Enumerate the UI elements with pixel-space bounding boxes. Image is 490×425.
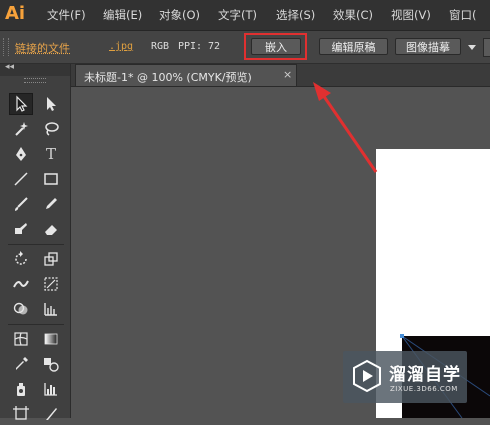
image-trace-button[interactable]: 图像描摹 <box>395 38 461 55</box>
play-logo-icon <box>353 359 381 393</box>
shape-builder-tool-icon[interactable] <box>9 298 33 320</box>
menu-edit[interactable]: 编辑(E) <box>103 7 142 23</box>
column-graph-tool-icon[interactable] <box>39 378 63 400</box>
menu-select[interactable]: 选择(S) <box>276 7 315 23</box>
tools-grip[interactable] <box>24 78 46 83</box>
menu-type[interactable]: 文字(T) <box>218 7 257 23</box>
tool-separator <box>8 324 64 325</box>
mesh-tool-icon[interactable] <box>9 328 33 350</box>
selection-anchor-point[interactable] <box>400 334 404 338</box>
app-logo[interactable]: Ai <box>5 3 29 25</box>
watermark-title: 溜溜自学 <box>389 365 461 385</box>
linked-file-label[interactable]: 链接的文件 <box>15 40 70 56</box>
free-transform-tool-icon[interactable] <box>39 273 63 295</box>
menu-effect[interactable]: 效果(C) <box>333 7 373 23</box>
close-icon[interactable]: × <box>283 68 292 81</box>
tools-panel: ◂◂ T <box>0 62 71 420</box>
tools-panel-header[interactable]: ◂◂ <box>0 62 70 76</box>
panel-grip[interactable] <box>3 38 9 56</box>
direct-selection-tool-icon[interactable] <box>39 93 63 115</box>
color-mode-label: RGB <box>151 41 170 52</box>
menu-bar: Ai 文件(F) 编辑(E) 对象(O) 文字(T) 选择(S) 效果(C) 视… <box>0 0 490 31</box>
artboard-tool-icon[interactable] <box>9 403 33 425</box>
blend-tool-icon[interactable] <box>39 353 63 375</box>
paintbrush-tool-icon[interactable] <box>9 193 33 215</box>
collapse-icon[interactable]: ◂◂ <box>5 62 14 72</box>
type-tool-icon[interactable]: T <box>39 143 63 165</box>
menu-object[interactable]: 对象(O) <box>159 7 200 23</box>
symbol-sprayer-tool-icon[interactable] <box>9 378 33 400</box>
menu-window[interactable]: 窗口( <box>449 7 477 23</box>
pen-tool-icon[interactable] <box>9 143 33 165</box>
rotate-tool-icon[interactable] <box>9 248 33 270</box>
selection-tool-icon[interactable] <box>9 93 33 115</box>
gradient-tool-icon[interactable] <box>39 328 63 350</box>
ppi-value: 72 <box>208 41 221 52</box>
menu-file[interactable]: 文件(F) <box>47 7 86 23</box>
ppi-label: PPI: <box>178 41 203 52</box>
edit-original-button[interactable]: 编辑原稿 <box>319 38 388 55</box>
watermark-url: ZIXUE.3D66.COM <box>390 385 458 393</box>
watermark: 溜溜自学 ZIXUE.3D66.COM <box>343 351 467 403</box>
overflow-button[interactable] <box>483 38 490 57</box>
eyedropper-tool-icon[interactable] <box>9 353 33 375</box>
document-tab-title[interactable]: 未标题-1* @ 100% (CMYK/预览) <box>84 69 252 85</box>
menu-view[interactable]: 视图(V) <box>391 7 431 23</box>
document-tab-bar: 未标题-1* @ 100% (CMYK/预览) × <box>71 64 490 87</box>
document-tab[interactable]: 未标题-1* @ 100% (CMYK/预览) × <box>75 64 297 86</box>
eraser-tool-icon[interactable] <box>39 218 63 240</box>
perspective-grid-tool-icon[interactable] <box>39 298 63 320</box>
line-segment-tool-icon[interactable] <box>9 168 33 190</box>
width-tool-icon[interactable] <box>9 273 33 295</box>
trace-preset-dropdown-icon[interactable] <box>468 45 476 50</box>
embed-highlight-box <box>244 33 307 60</box>
pencil-tool-icon[interactable] <box>39 193 63 215</box>
linked-file-name[interactable]: .jpg <box>109 41 133 52</box>
rectangle-tool-icon[interactable] <box>39 168 63 190</box>
scale-tool-icon[interactable] <box>39 248 63 270</box>
slice-tool-icon[interactable] <box>39 403 63 425</box>
lasso-tool-icon[interactable] <box>39 118 63 140</box>
blob-brush-tool-icon[interactable] <box>9 218 33 240</box>
tool-separator <box>8 244 64 245</box>
magic-wand-tool-icon[interactable] <box>9 118 33 140</box>
